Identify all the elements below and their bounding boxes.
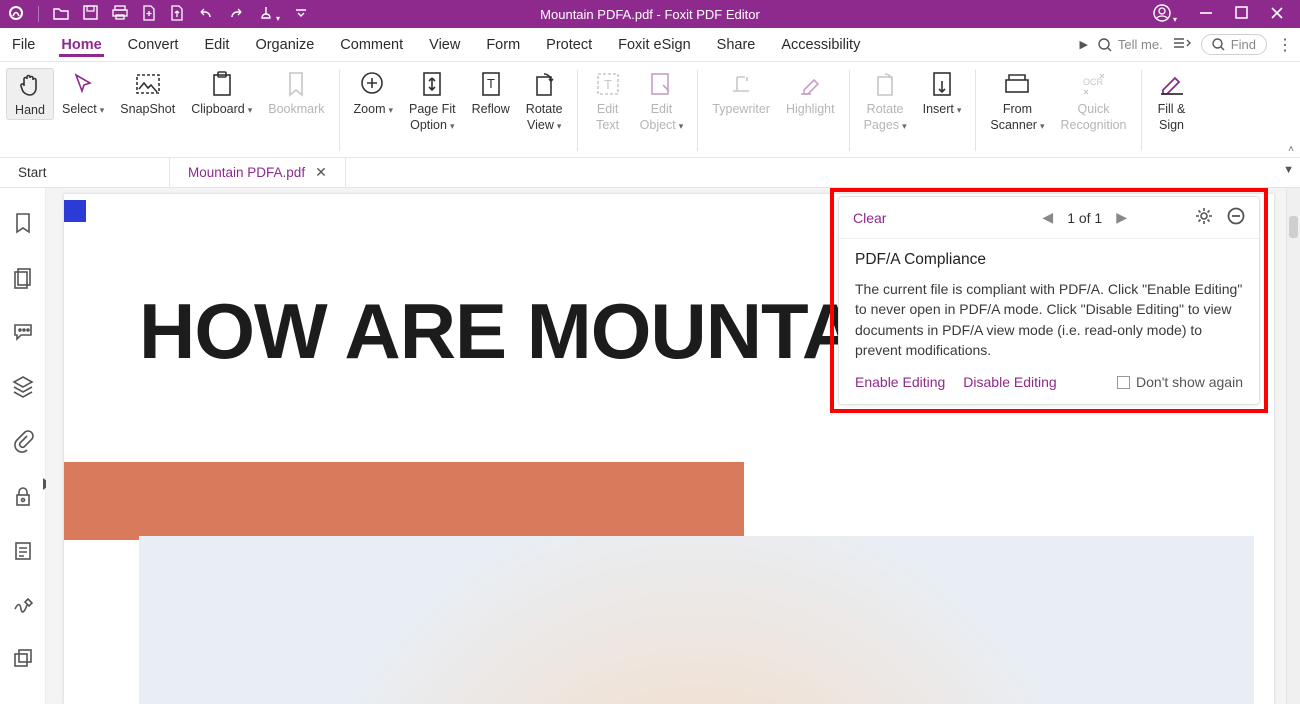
page-fit-button[interactable]: Page Fit Option <box>401 68 464 133</box>
snapshot-button[interactable]: SnapShot <box>112 68 183 118</box>
menu-foxit-esign[interactable]: Foxit eSign <box>616 33 693 57</box>
signatures-panel-icon[interactable] <box>12 595 34 620</box>
open-icon[interactable] <box>53 6 69 23</box>
document-tabstrip: Start Mountain PDFA.pdf ✕ ▼ <box>0 158 1300 188</box>
window-title: Mountain PDFA.pdf - Foxit PDF Editor <box>540 7 760 22</box>
tell-me-search[interactable]: Tell me. <box>1098 37 1163 52</box>
panel-next-icon[interactable]: ▶ <box>1116 209 1127 226</box>
menu-organize[interactable]: Organize <box>253 33 316 57</box>
menu-comment[interactable]: Comment <box>338 33 405 57</box>
rotate-view-button[interactable]: Rotate View <box>518 68 571 133</box>
tab-start[interactable]: Start <box>0 158 170 187</box>
scrollbar-thumb[interactable] <box>1289 216 1298 238</box>
menu-overflow-icon[interactable]: ▶ <box>1079 38 1087 51</box>
from-scanner-button[interactable]: From Scanner <box>982 68 1052 133</box>
page-corner-mark <box>64 200 86 222</box>
view-options-icon[interactable] <box>1173 36 1191 54</box>
quick-access-toolbar: ▾ <box>0 5 308 24</box>
ribbon: Hand Select SnapShot Clipboard Bookmark … <box>0 62 1300 158</box>
document-canvas[interactable]: HOW ARE MOUNTAINS Clear ◀ 1 of <box>46 188 1286 704</box>
tabstrip-dropdown-icon[interactable]: ▼ <box>1283 164 1294 176</box>
bookmark-button: Bookmark <box>260 68 332 118</box>
minimize-icon[interactable] <box>1199 6 1213 23</box>
hand-tool-button[interactable]: Hand <box>6 68 54 120</box>
menu-convert[interactable]: Convert <box>126 33 181 57</box>
svg-text:T: T <box>604 77 612 92</box>
panel-text: The current file is compliant with PDF/A… <box>855 279 1243 360</box>
panel-title: PDF/A Compliance <box>855 251 1243 269</box>
menu-share[interactable]: Share <box>715 33 758 57</box>
navigation-sidebar <box>0 188 46 704</box>
select-tool-button[interactable]: Select <box>54 68 112 118</box>
window-controls: ▾ <box>1153 4 1300 25</box>
menu-file[interactable]: File <box>10 33 37 57</box>
orange-block <box>64 462 744 540</box>
edit-text-button: TEdit Text <box>584 68 632 133</box>
clipboard-button[interactable]: Clipboard <box>183 68 260 118</box>
menu-edit[interactable]: Edit <box>202 33 231 57</box>
new-doc-icon[interactable] <box>142 5 156 24</box>
work-area: HOW ARE MOUNTAINS Clear ◀ 1 of <box>0 188 1300 704</box>
export-doc-icon[interactable] <box>170 5 184 24</box>
insert-button[interactable]: Insert <box>915 68 970 118</box>
disable-editing-button[interactable]: Disable Editing <box>963 374 1056 390</box>
highlight-button: Highlight <box>778 68 843 118</box>
svg-text:T: T <box>487 76 495 91</box>
checkbox-box-icon <box>1117 376 1130 389</box>
attachments-panel-icon[interactable] <box>13 430 33 457</box>
tab-document-label: Mountain PDFA.pdf <box>188 165 305 180</box>
touch-mode-icon[interactable]: ▾ <box>258 5 280 24</box>
tell-me-placeholder: Tell me. <box>1118 37 1163 52</box>
tab-close-icon[interactable]: ✕ <box>315 164 327 181</box>
quick-recognition-button: OCRQuick Recognition <box>1052 68 1134 133</box>
find-placeholder: Find <box>1231 37 1256 52</box>
svg-text:OCR: OCR <box>1083 77 1104 87</box>
menu-protect[interactable]: Protect <box>544 33 594 57</box>
rotate-pages-button: Rotate Pages <box>856 68 915 133</box>
duplicate-panel-icon[interactable] <box>13 648 33 673</box>
reflow-button[interactable]: TReflow <box>464 68 518 118</box>
title-bar: ▾ Mountain PDFA.pdf - Foxit PDF Editor ▾ <box>0 0 1300 28</box>
kebab-menu-icon[interactable]: ⋮ <box>1277 35 1292 55</box>
menu-form[interactable]: Form <box>484 33 522 57</box>
panel-page-indicator: 1 of 1 <box>1067 210 1102 226</box>
menu-accessibility[interactable]: Accessibility <box>779 33 862 57</box>
vertical-scrollbar[interactable] <box>1286 188 1300 704</box>
find-search[interactable]: Find <box>1201 34 1267 55</box>
panel-prev-icon[interactable]: ◀ <box>1042 209 1053 226</box>
fill-sign-button[interactable]: Fill & Sign <box>1148 68 1196 133</box>
qat-more-icon[interactable] <box>294 7 308 21</box>
comments-panel-icon[interactable] <box>12 322 34 347</box>
collapse-ribbon-icon[interactable]: ˄ <box>1288 144 1294 155</box>
panel-clear-button[interactable]: Clear <box>853 210 886 226</box>
save-icon[interactable] <box>83 5 98 23</box>
pdfa-compliance-panel: Clear ◀ 1 of 1 ▶ PDF/A Compliance The cu… <box>838 196 1260 405</box>
maximize-icon[interactable] <box>1235 6 1248 22</box>
edit-object-button: Edit Object <box>632 68 692 133</box>
close-icon[interactable] <box>1270 6 1284 23</box>
redo-icon[interactable] <box>228 6 244 23</box>
typewriter-button: Typewriter <box>704 68 778 118</box>
user-account-icon[interactable]: ▾ <box>1153 4 1177 25</box>
zoom-button[interactable]: Zoom <box>346 68 401 118</box>
panel-settings-icon[interactable] <box>1195 207 1213 228</box>
app-logo-icon <box>8 5 24 24</box>
layers-panel-icon[interactable] <box>12 375 34 402</box>
pdfa-panel-highlight: Clear ◀ 1 of 1 ▶ PDF/A Compliance The cu… <box>830 188 1268 413</box>
pages-panel-icon[interactable] <box>13 267 33 294</box>
panel-minimize-icon[interactable] <box>1227 207 1245 228</box>
undo-icon[interactable] <box>198 6 214 23</box>
print-icon[interactable] <box>112 5 128 23</box>
fields-panel-icon[interactable] <box>13 540 33 567</box>
enable-editing-button[interactable]: Enable Editing <box>855 374 945 390</box>
mountain-photo <box>139 536 1254 704</box>
dont-show-again-checkbox[interactable]: Don't show again <box>1117 374 1243 390</box>
menu-view[interactable]: View <box>427 33 462 57</box>
bookmarks-panel-icon[interactable] <box>13 212 33 239</box>
menu-home[interactable]: Home <box>59 33 103 57</box>
security-panel-icon[interactable] <box>13 485 33 512</box>
menu-bar: File Home Convert Edit Organize Comment … <box>0 28 1300 62</box>
tab-document[interactable]: Mountain PDFA.pdf ✕ <box>170 158 346 187</box>
dont-show-label: Don't show again <box>1136 374 1243 390</box>
